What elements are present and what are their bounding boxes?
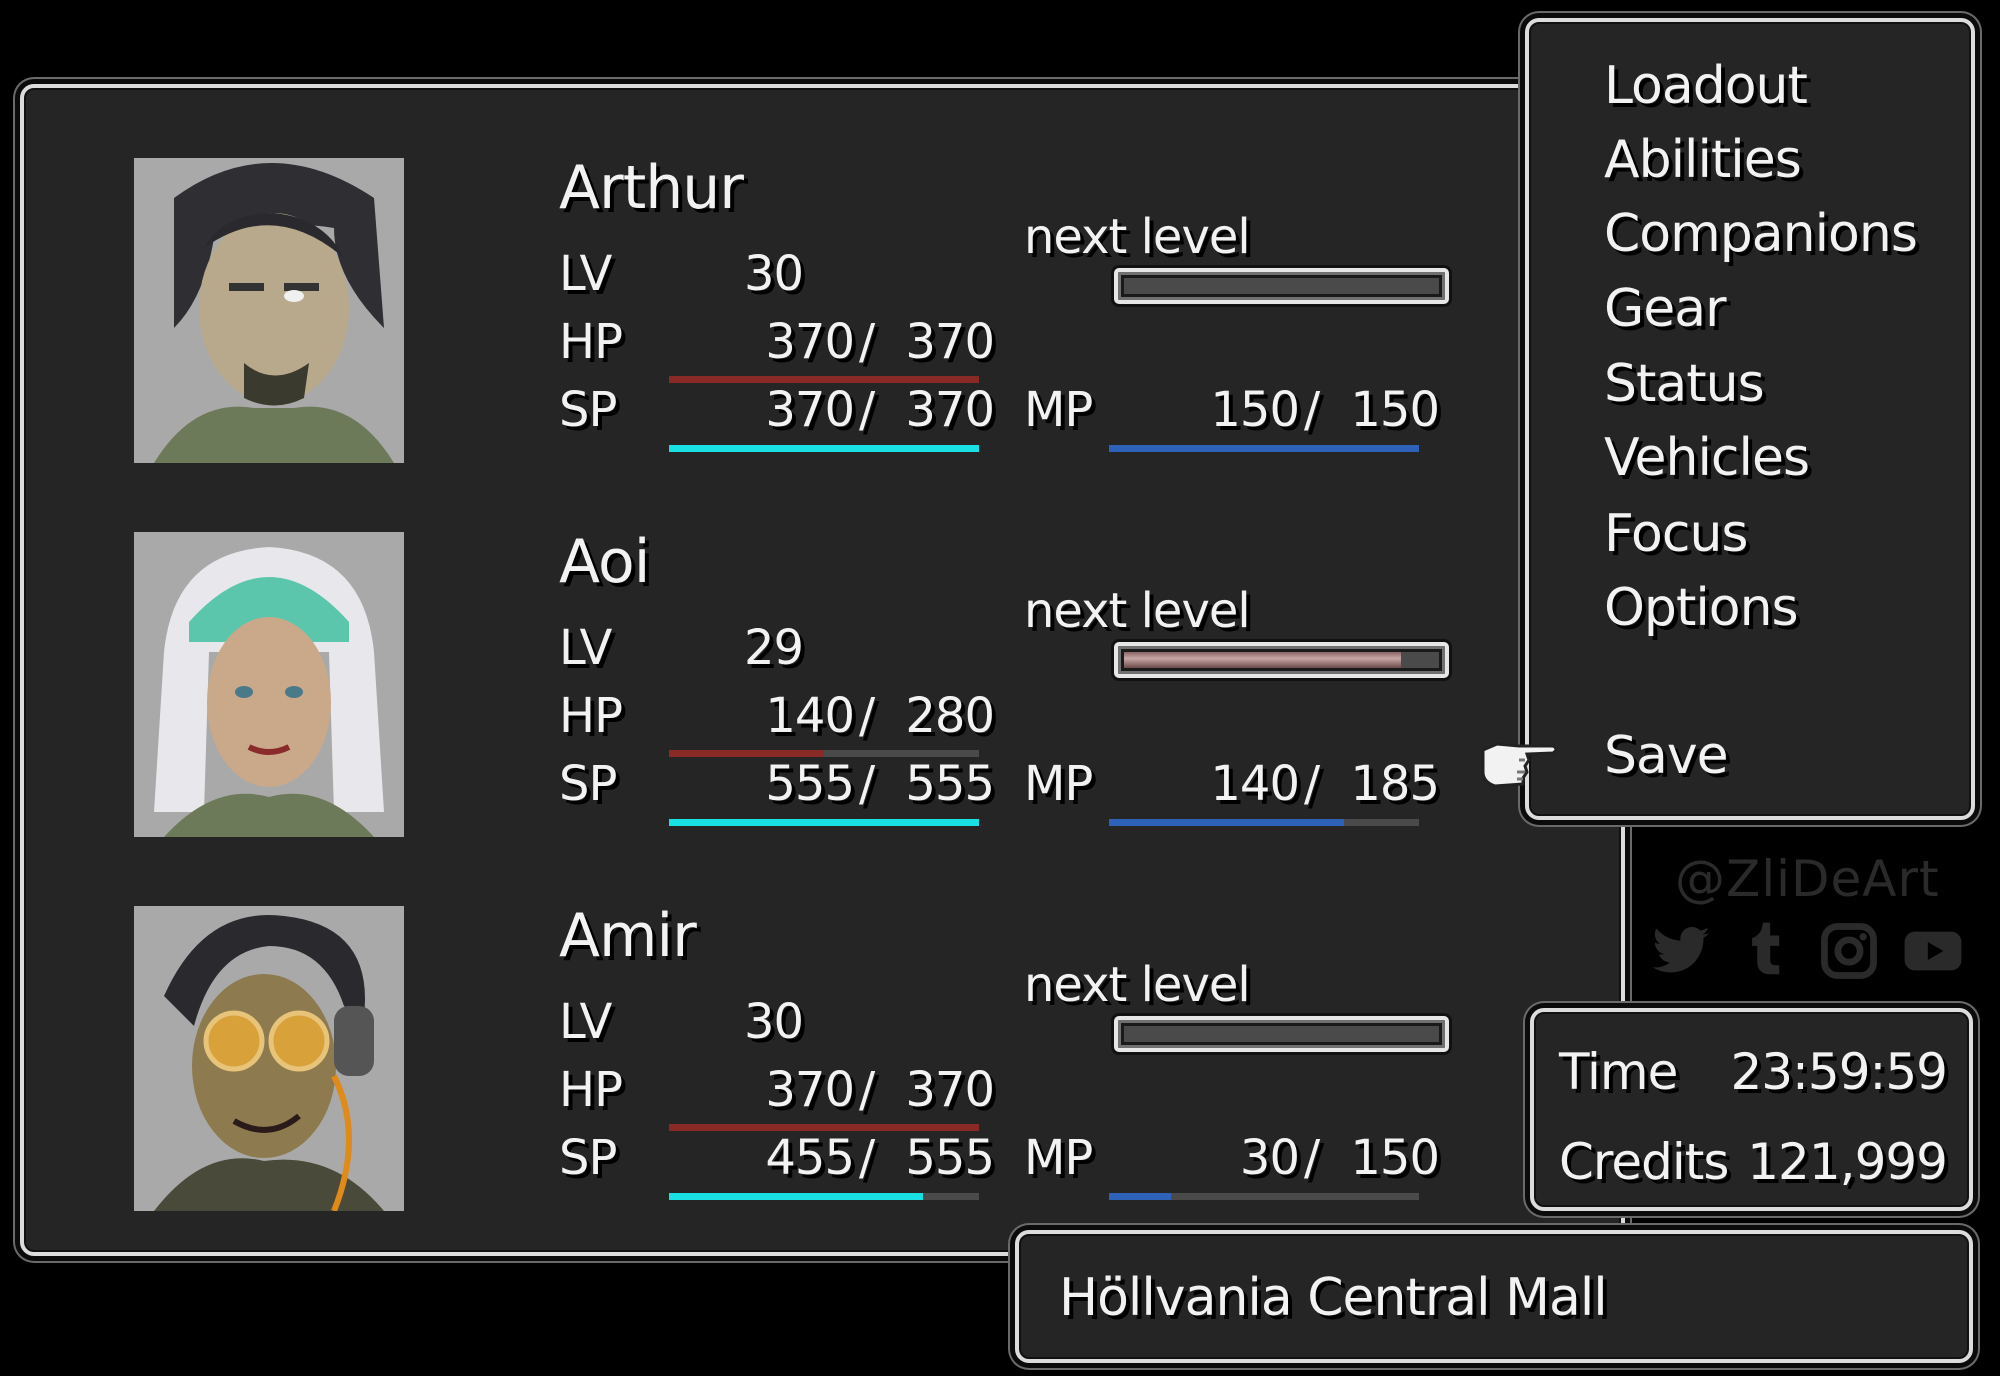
mp-max: 150: [1350, 1130, 1440, 1186]
sp-slash: /: [859, 1130, 875, 1186]
lv-value: 29: [744, 620, 804, 676]
hp-slash: /: [859, 688, 875, 744]
menu-item-options[interactable]: Options: [1604, 582, 1799, 634]
youtube-icon: [1904, 931, 1962, 971]
lv-label: LV: [559, 246, 612, 302]
instagram-icon: [1821, 923, 1877, 979]
credits-value: 121,999: [1747, 1133, 1948, 1191]
time-credits-window: Time 23:59:59 Credits 121,999: [1530, 1008, 1973, 1211]
menu-item-abilities[interactable]: Abilities: [1604, 134, 1802, 186]
hp-max: 280: [905, 688, 995, 744]
sp-label: SP: [559, 1130, 617, 1186]
menu-item-status[interactable]: Status: [1604, 358, 1765, 410]
pointing-hand-icon: [1481, 742, 1558, 788]
sp-bar-fill: [669, 445, 979, 452]
credits-label: Credits: [1559, 1133, 1729, 1191]
hp-max: 370: [905, 1062, 995, 1118]
mp-max: 185: [1350, 756, 1440, 812]
party-member-arthur[interactable]: Arthur LV 30 HP 370 / 370 SP 370 / 370 n…: [24, 158, 1629, 498]
member-name: Aoi: [559, 527, 650, 597]
hp-current: 370: [765, 1062, 855, 1118]
portrait-aoi: [134, 532, 404, 837]
command-menu: Loadout Abilities Companions Gear Status…: [1481, 18, 1975, 820]
mp-bar-fill: [1109, 819, 1344, 826]
lv-label: LV: [559, 994, 612, 1050]
mp-bar: [1109, 445, 1419, 452]
location-name: Höllvania Central Mall: [1059, 1268, 1608, 1328]
lv-value: 30: [744, 246, 804, 302]
sp-bar: [669, 445, 979, 452]
lv-value: 30: [744, 994, 804, 1050]
mp-bar-fill: [1109, 1193, 1171, 1200]
mp-label: MP: [1024, 756, 1093, 812]
sp-bar-fill: [669, 1193, 924, 1200]
hp-max: 370: [905, 314, 995, 370]
sp-current: 370: [765, 382, 855, 438]
time-value: 23:59:59: [1730, 1043, 1948, 1101]
watermark: @ZliDeArt: [1640, 850, 1980, 990]
next-level-label: next level: [1024, 583, 1251, 639]
party-window: Arthur LV 30 HP 370 / 370 SP 370 / 370 n…: [20, 84, 1625, 1256]
next-level-bar: [1114, 642, 1449, 678]
sp-current: 555: [765, 756, 855, 812]
sp-current: 455: [765, 1130, 855, 1186]
mp-bar-fill: [1109, 445, 1419, 452]
mp-current: 140: [1210, 756, 1300, 812]
tumblr-icon: [1752, 922, 1780, 975]
sp-label: SP: [559, 756, 617, 812]
hp-slash: /: [859, 314, 875, 370]
menu-item-save[interactable]: Save: [1604, 730, 1729, 782]
mp-max: 150: [1350, 382, 1440, 438]
time-label: Time: [1559, 1043, 1678, 1101]
mp-slash: /: [1304, 756, 1320, 812]
watermark-handle: @ZliDeArt: [1675, 850, 1940, 908]
member-name: Amir: [559, 901, 697, 971]
hp-slash: /: [859, 1062, 875, 1118]
hp-label: HP: [559, 314, 623, 370]
next-level-label: next level: [1024, 957, 1251, 1013]
sp-bar-fill: [669, 819, 979, 826]
portrait-amir: [134, 906, 404, 1211]
hp-current: 370: [765, 314, 855, 370]
mp-current: 30: [1239, 1130, 1300, 1186]
lv-label: LV: [559, 620, 612, 676]
mp-bar: [1109, 819, 1419, 826]
next-level-bar: [1114, 268, 1449, 304]
mp-bar: [1109, 1193, 1419, 1200]
mp-current: 150: [1210, 382, 1300, 438]
sp-max: 555: [905, 1130, 995, 1186]
mp-slash: /: [1304, 382, 1320, 438]
sp-slash: /: [859, 382, 875, 438]
mp-label: MP: [1024, 1130, 1093, 1186]
party-member-amir[interactable]: Amir LV 30 HP 370 / 370 SP 455 / 555 nex…: [24, 906, 1629, 1246]
sp-slash: /: [859, 756, 875, 812]
hp-current: 140: [765, 688, 855, 744]
sp-max: 370: [905, 382, 995, 438]
menu-item-companions[interactable]: Companions: [1604, 208, 1918, 260]
member-name: Arthur: [559, 153, 744, 223]
sp-max: 555: [905, 756, 995, 812]
next-level-bar-fill: [1124, 652, 1402, 668]
mp-slash: /: [1304, 1130, 1320, 1186]
twitter-icon: [1652, 926, 1710, 973]
sp-label: SP: [559, 382, 617, 438]
sp-bar: [669, 1193, 979, 1200]
menu-item-vehicles[interactable]: Vehicles: [1604, 432, 1810, 484]
hp-label: HP: [559, 688, 623, 744]
menu-item-gear[interactable]: Gear: [1604, 283, 1727, 335]
sp-bar: [669, 819, 979, 826]
portrait-arthur: [134, 158, 404, 463]
party-member-aoi[interactable]: Aoi LV 29 HP 140 / 280 SP 555 / 555 next…: [24, 532, 1629, 872]
menu-item-focus[interactable]: Focus: [1604, 508, 1749, 560]
hp-label: HP: [559, 1062, 623, 1118]
mp-label: MP: [1024, 382, 1093, 438]
menu-item-loadout[interactable]: Loadout: [1604, 60, 1808, 112]
location-window: Höllvania Central Mall: [1015, 1230, 1973, 1363]
next-level-label: next level: [1024, 209, 1251, 265]
next-level-bar: [1114, 1016, 1449, 1052]
